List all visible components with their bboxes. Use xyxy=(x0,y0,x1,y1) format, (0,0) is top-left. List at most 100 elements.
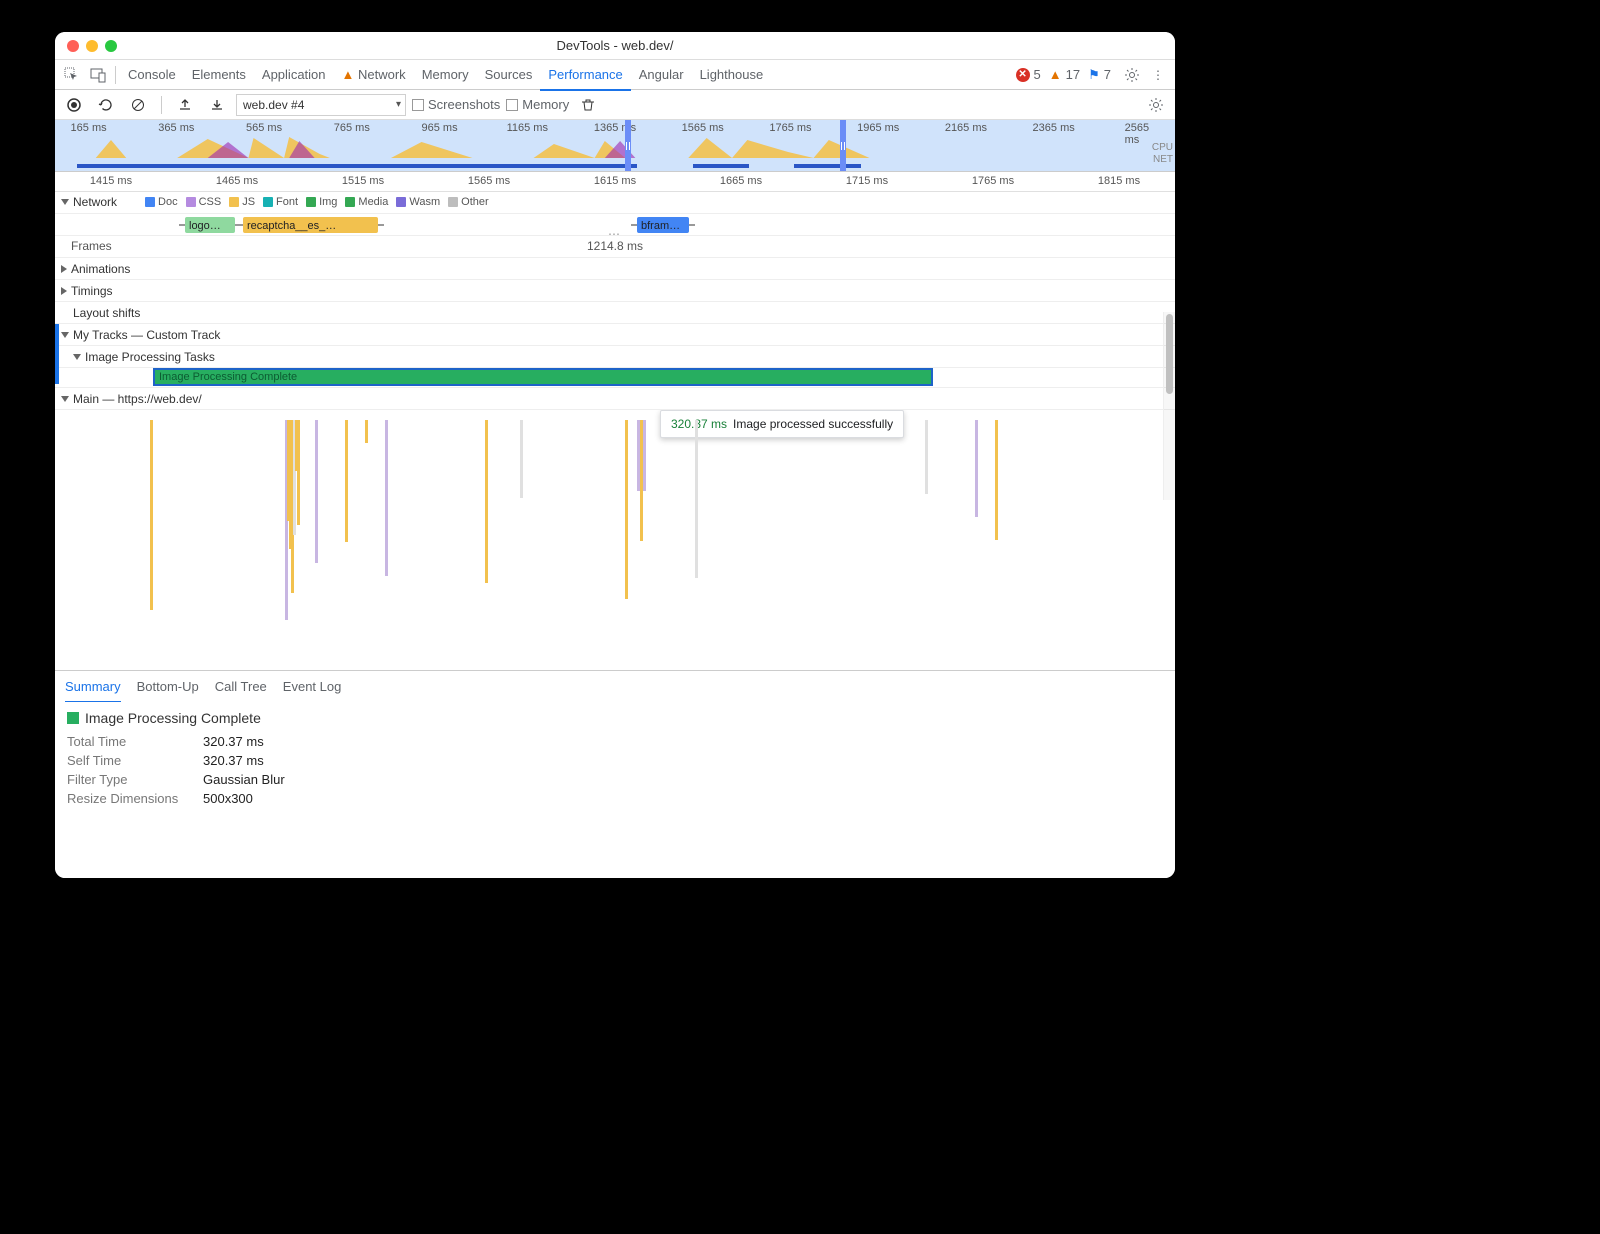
details-tab-event-log[interactable]: Event Log xyxy=(283,671,342,703)
flame-bar[interactable] xyxy=(643,420,646,491)
flame-bar[interactable] xyxy=(995,420,998,540)
flame-bar[interactable] xyxy=(297,420,300,525)
main-tabbar: Console ElementsApplication▲ NetworkMemor… xyxy=(55,60,1175,90)
custom-event-lane[interactable]: Image Processing Complete xyxy=(55,368,1175,388)
tab-console[interactable]: Console xyxy=(120,60,184,90)
legend-label: CSS xyxy=(199,196,222,208)
main-thread-flamechart[interactable]: 320.37 msImage processed successfully xyxy=(55,410,1175,670)
layout-shifts-track[interactable]: Layout shifts xyxy=(55,302,1175,324)
my-tracks-label: My Tracks — Custom Track xyxy=(73,328,220,342)
warning-counter[interactable]: ▲17 xyxy=(1049,67,1080,82)
scrollbar-thumb[interactable] xyxy=(1166,314,1173,394)
detail-tick: 1565 ms xyxy=(468,175,510,187)
flame-bar[interactable] xyxy=(385,420,388,576)
timeline-overview[interactable]: 165 ms365 ms565 ms765 ms965 ms1165 ms136… xyxy=(55,120,1175,172)
timings-track[interactable]: Timings xyxy=(55,280,1175,302)
network-request[interactable]: logo… xyxy=(185,217,235,233)
device-toolbar-icon[interactable] xyxy=(85,62,111,88)
details-tab-call-tree[interactable]: Call Tree xyxy=(215,671,267,703)
flame-bar[interactable] xyxy=(365,420,368,443)
my-tracks-header[interactable]: My Tracks — Custom Track xyxy=(55,324,1175,346)
legend-js: JS xyxy=(229,196,255,208)
tab-label: Lighthouse xyxy=(700,67,764,82)
overview-cpu-graph xyxy=(55,136,1175,158)
upload-profile-icon[interactable] xyxy=(172,92,198,118)
garbage-collect-icon[interactable] xyxy=(575,92,601,118)
tab-elements[interactable]: Elements xyxy=(184,60,254,90)
network-request[interactable]: bfram… xyxy=(637,217,689,233)
summary-value: Gaussian Blur xyxy=(203,772,285,787)
inspect-element-icon[interactable] xyxy=(59,62,85,88)
tab-angular[interactable]: Angular xyxy=(631,60,692,90)
flame-bar[interactable] xyxy=(695,420,698,578)
flame-bar[interactable] xyxy=(520,420,523,498)
settings-icon[interactable] xyxy=(1119,62,1145,88)
details-tabbar: Summary Bottom-Up Call Tree Event Log xyxy=(55,670,1175,702)
overview-tick: 165 ms xyxy=(71,122,107,134)
ellipsis-icon[interactable]: ⋯ xyxy=(608,227,622,241)
frames-value: 1214.8 ms xyxy=(587,239,643,253)
error-counter[interactable]: ✕5 xyxy=(1016,67,1041,82)
issues-counter[interactable]: ⚑7 xyxy=(1088,67,1111,83)
flame-bar[interactable] xyxy=(345,420,348,542)
divider xyxy=(115,66,116,84)
detail-ruler[interactable]: 1415 ms1465 ms1515 ms1565 ms1615 ms1665 … xyxy=(55,172,1175,192)
flame-bar[interactable] xyxy=(315,420,318,563)
expand-icon xyxy=(73,354,81,360)
tab-label: Console xyxy=(128,67,176,82)
capture-settings-icon[interactable] xyxy=(1143,92,1169,118)
record-button[interactable] xyxy=(61,92,87,118)
expand-icon xyxy=(61,265,67,273)
image-processing-tasks-header[interactable]: Image Processing Tasks xyxy=(55,346,1175,368)
layout-shifts-label: Layout shifts xyxy=(73,306,140,320)
clear-button[interactable] xyxy=(125,92,151,118)
event-label: Image Processing Complete xyxy=(159,371,297,383)
error-icon: ✕ xyxy=(1016,68,1030,82)
screenshots-checkbox[interactable]: Screenshots xyxy=(412,97,500,112)
overview-selection-handle-right[interactable] xyxy=(840,120,846,171)
tab-application[interactable]: Application xyxy=(254,60,334,90)
flame-bar[interactable] xyxy=(925,420,928,494)
tab-network[interactable]: ▲ Network xyxy=(334,60,414,90)
overview-tick: 1565 ms xyxy=(682,122,724,134)
legend-swatch xyxy=(396,197,406,207)
memory-checkbox[interactable]: Memory xyxy=(506,97,569,112)
vertical-scrollbar[interactable] xyxy=(1163,312,1175,500)
details-tab-summary[interactable]: Summary xyxy=(65,671,121,703)
flame-bar[interactable] xyxy=(150,420,153,610)
reload-record-button[interactable] xyxy=(93,92,119,118)
network-request[interactable]: recaptcha__es_… xyxy=(243,217,378,233)
tooltip-time: 320.37 ms xyxy=(671,417,727,431)
warning-icon: ▲ xyxy=(1049,67,1062,82)
download-profile-icon[interactable] xyxy=(204,92,230,118)
legend-swatch xyxy=(448,197,458,207)
frames-track[interactable]: Frames 1214.8 ms ⋯ xyxy=(55,236,1175,258)
main-thread-header[interactable]: Main — https://web.dev/ xyxy=(55,388,1175,410)
memory-label: Memory xyxy=(522,97,569,112)
more-menu-icon[interactable]: ⋮ xyxy=(1145,62,1171,88)
tab-lighthouse[interactable]: Lighthouse xyxy=(692,60,772,90)
net-label: NET xyxy=(1153,154,1173,165)
flame-bar[interactable] xyxy=(485,420,488,583)
overview-tick: 2165 ms xyxy=(945,122,987,134)
network-track-header[interactable]: Network DocCSSJSFontImgMediaWasmOther xyxy=(55,192,1175,214)
cpu-label: CPU xyxy=(1152,142,1173,153)
tab-memory[interactable]: Memory xyxy=(414,60,477,90)
performance-toolbar: web.dev #4 Screenshots Memory xyxy=(55,90,1175,120)
recording-select[interactable]: web.dev #4 xyxy=(236,94,406,116)
timings-label: Timings xyxy=(71,284,113,298)
summary-row: Self Time320.37 ms xyxy=(67,753,1163,768)
overview-selection-handle-left[interactable] xyxy=(625,120,631,171)
details-tab-bottom-up[interactable]: Bottom-Up xyxy=(137,671,199,703)
summary-title: Image Processing Complete xyxy=(85,710,261,726)
tab-sources[interactable]: Sources xyxy=(477,60,541,90)
flame-bar[interactable] xyxy=(625,420,628,599)
legend-swatch xyxy=(229,197,239,207)
tab-performance[interactable]: Performance xyxy=(540,60,630,90)
flame-bar[interactable] xyxy=(975,420,978,517)
overview-tick: 365 ms xyxy=(158,122,194,134)
summary-title-row: Image Processing Complete xyxy=(67,710,1163,726)
image-processing-complete-event[interactable]: Image Processing Complete xyxy=(153,368,933,386)
animations-track[interactable]: Animations xyxy=(55,258,1175,280)
overview-tick: 565 ms xyxy=(246,122,282,134)
